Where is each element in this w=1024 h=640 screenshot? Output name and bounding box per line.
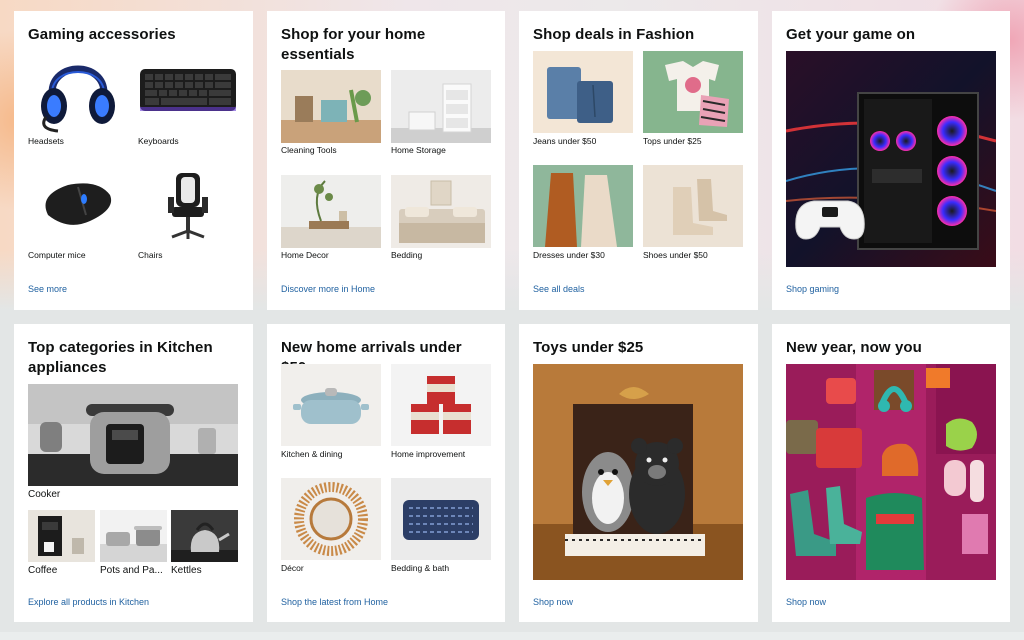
kettle-image[interactable]: [171, 510, 238, 562]
item-label: Bedding & bath: [391, 563, 450, 573]
card-new-home-arrivals: New home arrivals under $50 Kitchen & di…: [267, 324, 505, 622]
cooker-label: Cooker: [28, 489, 61, 500]
card-title: Top categories in Kitchen appliances: [28, 339, 213, 376]
pots-and-pans-image[interactable]: [100, 510, 167, 562]
item-label: Shoes under $50: [643, 250, 708, 260]
item-label: Keyboards: [138, 136, 179, 146]
explore-kitchen-link[interactable]: Explore all products in Kitchen: [28, 597, 149, 607]
home-storage-image[interactable]: [391, 70, 491, 143]
quad-item-kitchen-dining[interactable]: Kitchen & dining: [281, 364, 381, 460]
quad-item-dresses[interactable]: Dresses under $30: [533, 165, 633, 261]
page-bottom-strip: [0, 632, 1024, 640]
card-new-year-now-you: New year, now you Shop now: [772, 324, 1010, 622]
shop-toys-link[interactable]: Shop now: [533, 597, 573, 607]
card-title: Shop deals in Fashion: [533, 26, 695, 43]
item-label: Home Storage: [391, 145, 446, 155]
jeans-image[interactable]: [533, 51, 633, 133]
card-toys-under-25: Toys under $25 Shop now: [519, 324, 758, 622]
discover-more-home-link[interactable]: Discover more in Home: [281, 284, 375, 294]
item-label: Jeans under $50: [533, 136, 597, 146]
item-label: Computer mice: [28, 250, 86, 260]
item-label: Home Decor: [281, 250, 329, 260]
quad-item-coffee[interactable]: Coffee: [28, 510, 95, 580]
card-gaming-accessories: Gaming accessories Headsets Keyboards Co…: [14, 11, 253, 310]
quad-item-headsets[interactable]: Headsets: [28, 51, 128, 151]
quad-item-chairs[interactable]: Chairs: [138, 165, 238, 265]
quad-item-computer-mice[interactable]: Computer mice: [28, 165, 128, 265]
quad-item-home-storage[interactable]: Home Storage: [391, 70, 491, 160]
item-label: Kettles: [171, 565, 202, 576]
item-label: Chairs: [138, 250, 163, 260]
quad-item-kettles[interactable]: Kettles: [171, 510, 238, 580]
plush-toys-image[interactable]: [533, 364, 743, 580]
item-label: Bedding: [391, 250, 423, 260]
headset-image[interactable]: [28, 51, 128, 133]
pressure-cooker-image[interactable]: [28, 384, 238, 486]
item-label: Décor: [281, 563, 304, 573]
item-label: Cleaning Tools: [281, 145, 337, 155]
card-get-your-game-on: Get your game on Shop gaming: [772, 11, 1010, 310]
quad-item-home-improvement[interactable]: Home improvement: [391, 364, 491, 460]
quad-item-decor[interactable]: Décor: [281, 478, 381, 574]
cleaning-tools-image[interactable]: [281, 70, 381, 143]
gaming-pc-image[interactable]: [786, 51, 996, 267]
card-home-essentials: Shop for your home essentials Cleaning T…: [267, 11, 505, 310]
item-label: Coffee: [28, 565, 58, 576]
paint-cans-image[interactable]: [391, 364, 491, 446]
shop-new-year-link[interactable]: Shop now: [786, 597, 826, 607]
card-title: Toys under $25: [533, 339, 644, 356]
pillow-image[interactable]: [391, 478, 491, 560]
quad-item-tops[interactable]: Tops under $25: [643, 51, 743, 147]
coffee-machine-image[interactable]: [28, 510, 95, 562]
quad-item-jeans[interactable]: Jeans under $50: [533, 51, 633, 147]
card-title: Shop for your home essentials: [281, 26, 426, 63]
bedding-image[interactable]: [391, 175, 491, 248]
see-all-deals-link[interactable]: See all deals: [533, 284, 585, 294]
quad-item-bedding[interactable]: Bedding: [391, 175, 491, 265]
item-label: Pots and Pa...: [100, 565, 163, 576]
dutch-oven-image[interactable]: [281, 364, 381, 446]
gaming-chair-image[interactable]: [138, 165, 238, 247]
computer-mouse-image[interactable]: [28, 165, 128, 247]
quad-item-bedding-bath[interactable]: Bedding & bath: [391, 478, 491, 574]
quad-item-shoes[interactable]: Shoes under $50: [643, 165, 743, 261]
home-decor-image[interactable]: [281, 175, 381, 248]
see-more-link[interactable]: See more: [28, 284, 67, 294]
quad-item-cleaning-tools[interactable]: Cleaning Tools: [281, 70, 381, 160]
card-title: Get your game on: [786, 26, 916, 43]
item-label: Dresses under $30: [533, 250, 605, 260]
shop-gaming-link[interactable]: Shop gaming: [786, 284, 839, 294]
item-label: Headsets: [28, 136, 64, 146]
card-kitchen-appliances: Top categories in Kitchen appliances Coo…: [14, 324, 253, 622]
tops-image[interactable]: [643, 51, 743, 133]
card-title: New year, now you: [786, 339, 922, 356]
item-label: Tops under $25: [643, 136, 702, 146]
fitness-products-image[interactable]: [786, 364, 996, 580]
card-fashion-deals: Shop deals in Fashion Jeans under $50 To…: [519, 11, 758, 310]
sunburst-mirror-image[interactable]: [281, 478, 381, 560]
dresses-image[interactable]: [533, 165, 633, 247]
quad-item-pots-and-pans[interactable]: Pots and Pa...: [100, 510, 167, 580]
quad-item-home-decor[interactable]: Home Decor: [281, 175, 381, 265]
item-label: Kitchen & dining: [281, 449, 343, 459]
shoes-image[interactable]: [643, 165, 743, 247]
shop-latest-home-link[interactable]: Shop the latest from Home: [281, 597, 388, 607]
item-label: Home improvement: [391, 449, 466, 459]
keyboard-image[interactable]: [138, 51, 238, 133]
quad-item-keyboards[interactable]: Keyboards: [138, 51, 238, 151]
card-title: Gaming accessories: [28, 26, 176, 43]
